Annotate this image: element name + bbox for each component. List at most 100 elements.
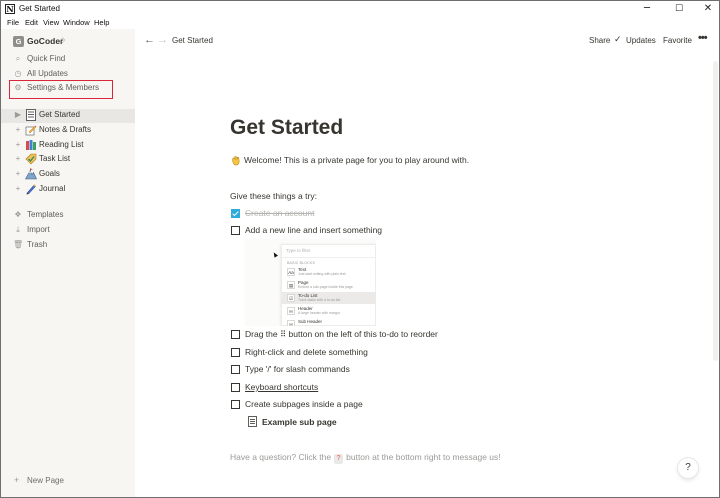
scrollbar-thumb[interactable] bbox=[713, 61, 718, 361]
todo-text: Type '/' for slash commands bbox=[245, 364, 350, 374]
expand-arrow-icon[interactable]: ▶ bbox=[14, 110, 22, 119]
mountain-emoji-icon bbox=[24, 168, 37, 180]
hint-suffix: button at the bottom right to message us… bbox=[346, 452, 501, 462]
todo-item[interactable]: Right-click and delete something bbox=[230, 347, 630, 361]
share-button[interactable]: Share bbox=[589, 36, 610, 45]
checkbox[interactable] bbox=[231, 365, 240, 374]
page-icon bbox=[25, 109, 37, 121]
sidebar-page-label: Journal bbox=[39, 184, 66, 193]
slash-menu-preview-image: Type to filter BASIC BLOCKS Aa Text Just… bbox=[245, 239, 376, 326]
sidebar-item-label: Templates bbox=[27, 210, 64, 219]
sidebar-page-label: Reading List bbox=[39, 140, 84, 149]
sidebar-page-goals[interactable]: + Goals bbox=[1, 168, 135, 182]
help-hint-text: Have a question? Click the? button at the… bbox=[230, 452, 501, 464]
workspace-name: GoCoder bbox=[27, 36, 64, 46]
expand-plus-icon[interactable]: + bbox=[14, 125, 22, 134]
menu-bar: File Edit View Window Help bbox=[1, 17, 719, 29]
maximize-button[interactable]: ☐ bbox=[664, 1, 694, 17]
sidebar: G GoCoder ◇ ⌕ Quick Find ◷ All Updates ⚙… bbox=[1, 29, 135, 497]
updates-button[interactable]: Updates bbox=[626, 36, 656, 45]
checkbox[interactable] bbox=[231, 330, 240, 339]
todo-item[interactable]: Create an account bbox=[230, 208, 630, 222]
sidebar-page-notes-drafts[interactable]: + Notes & Drafts bbox=[1, 124, 135, 138]
scrollbar[interactable] bbox=[712, 53, 719, 497]
page-title[interactable]: Get Started bbox=[230, 116, 343, 140]
sidebar-page-label: Goals bbox=[39, 169, 60, 178]
sidebar-item-label: Trash bbox=[27, 240, 48, 249]
checkbox[interactable] bbox=[231, 348, 240, 357]
todo-item[interactable]: Drag the ⠿ button on the left of this to… bbox=[230, 329, 630, 343]
preview-filter-text: Type to filter bbox=[286, 248, 311, 253]
preview-menu-item: H Sub Header bbox=[282, 318, 376, 326]
checkbox[interactable] bbox=[231, 383, 240, 392]
preview-item-desc: Track tasks with a to-do list. bbox=[298, 298, 342, 302]
more-options-icon[interactable]: ••• bbox=[698, 32, 708, 44]
sidebar-page-get-started[interactable]: ▶ Get Started bbox=[1, 109, 135, 123]
page-block-icon: ▤ bbox=[287, 281, 295, 289]
checkbox[interactable] bbox=[231, 226, 240, 235]
sidebar-item-quick-find[interactable]: ⌕ Quick Find bbox=[1, 53, 135, 67]
todo-text: Right-click and delete something bbox=[245, 347, 368, 357]
checkbox-checked[interactable] bbox=[231, 209, 240, 218]
sidebar-page-task-list[interactable]: + Task List bbox=[1, 153, 135, 167]
sidebar-item-import[interactable]: ⤓ Import bbox=[1, 224, 135, 238]
preview-item-title: Sub Header bbox=[298, 319, 323, 324]
close-button[interactable]: ✕ bbox=[693, 1, 720, 17]
try-heading[interactable]: Give these things a try: bbox=[230, 191, 317, 201]
checkbox[interactable] bbox=[231, 400, 240, 409]
keyboard-shortcuts-link[interactable]: Keyboard shortcuts bbox=[245, 382, 318, 392]
menu-help[interactable]: Help bbox=[94, 18, 109, 27]
preview-section-heading: BASIC BLOCKS bbox=[287, 261, 316, 265]
trash-icon: 🗑 bbox=[13, 240, 24, 249]
menu-view[interactable]: View bbox=[43, 18, 59, 27]
menu-window[interactable]: Window bbox=[63, 18, 90, 27]
app-window: N Get Started ─ ☐ ✕ File Edit View Windo… bbox=[0, 0, 720, 498]
subpage-label: Example sub page bbox=[262, 417, 337, 427]
preview-menu-item: H Header A large header with margin. bbox=[282, 305, 376, 317]
sidebar-item-trash[interactable]: 🗑 Trash bbox=[1, 239, 135, 253]
sidebar-page-label: Notes & Drafts bbox=[39, 125, 92, 134]
preview-item-desc: A large header with margin. bbox=[298, 311, 341, 315]
mouse-cursor-icon bbox=[272, 251, 278, 258]
sidebar-item-templates[interactable]: ❖ Templates bbox=[1, 209, 135, 223]
favorite-button[interactable]: Favorite bbox=[663, 36, 692, 45]
new-page-button[interactable]: + New Page bbox=[1, 475, 135, 489]
todo-item[interactable]: Keyboard shortcuts bbox=[230, 382, 630, 396]
forward-arrow-icon[interactable]: → bbox=[157, 34, 168, 46]
sidebar-page-journal[interactable]: + Journal bbox=[1, 183, 135, 197]
templates-icon: ❖ bbox=[14, 210, 22, 219]
checkmark-icon: ✓ bbox=[614, 34, 622, 44]
waving-hand-emoji-icon bbox=[232, 156, 240, 166]
expand-plus-icon[interactable]: + bbox=[14, 154, 22, 163]
welcome-text[interactable]: Welcome! This is a private page for you … bbox=[244, 155, 469, 165]
example-subpage-link[interactable]: Example sub page bbox=[248, 416, 448, 430]
preview-menu-item: Aa Text Just start writing with plain te… bbox=[282, 266, 376, 278]
todo-text: Create an account bbox=[245, 208, 315, 218]
breadcrumb[interactable]: Get Started bbox=[172, 36, 213, 45]
hint-prefix: Have a question? Click the bbox=[230, 452, 332, 462]
menu-file[interactable]: File bbox=[7, 18, 19, 27]
question-chip: ? bbox=[334, 454, 344, 464]
todo-text: Drag the ⠿ button on the left of this to… bbox=[245, 329, 438, 339]
plus-icon: + bbox=[14, 475, 20, 485]
sidebar-page-reading-list[interactable]: + Reading List bbox=[1, 139, 135, 153]
todo-item[interactable]: Type '/' for slash commands bbox=[230, 364, 630, 378]
menu-edit[interactable]: Edit bbox=[25, 18, 38, 27]
todo-item[interactable]: Create subpages inside a page bbox=[230, 399, 630, 413]
expand-plus-icon[interactable]: + bbox=[14, 184, 22, 193]
pencil-note-emoji-icon bbox=[25, 124, 37, 136]
top-bar: ← → Get Started Share ✓ Updates Favorite… bbox=[135, 29, 719, 53]
preview-menu-item: ▤ Page Embed a sub-page inside this page… bbox=[282, 279, 376, 291]
todo-item[interactable]: Add a new line and insert something bbox=[230, 225, 630, 239]
todo-text: Add a new line and insert something bbox=[245, 225, 383, 235]
help-button[interactable]: ? bbox=[678, 458, 698, 478]
minimize-button[interactable]: ─ bbox=[632, 1, 662, 17]
notion-app-icon: N bbox=[5, 4, 15, 14]
expand-plus-icon[interactable]: + bbox=[14, 140, 22, 149]
expand-plus-icon[interactable]: + bbox=[14, 169, 22, 178]
subheader-block-icon: H bbox=[287, 320, 295, 326]
preview-menu-item-selected: ☑ To-do List Track tasks with a to-do li… bbox=[282, 292, 376, 304]
back-arrow-icon[interactable]: ← bbox=[144, 34, 155, 46]
preview-item-desc: Embed a sub-page inside this page. bbox=[298, 285, 354, 289]
preview-block-menu: Type to filter BASIC BLOCKS Aa Text Just… bbox=[281, 244, 376, 326]
